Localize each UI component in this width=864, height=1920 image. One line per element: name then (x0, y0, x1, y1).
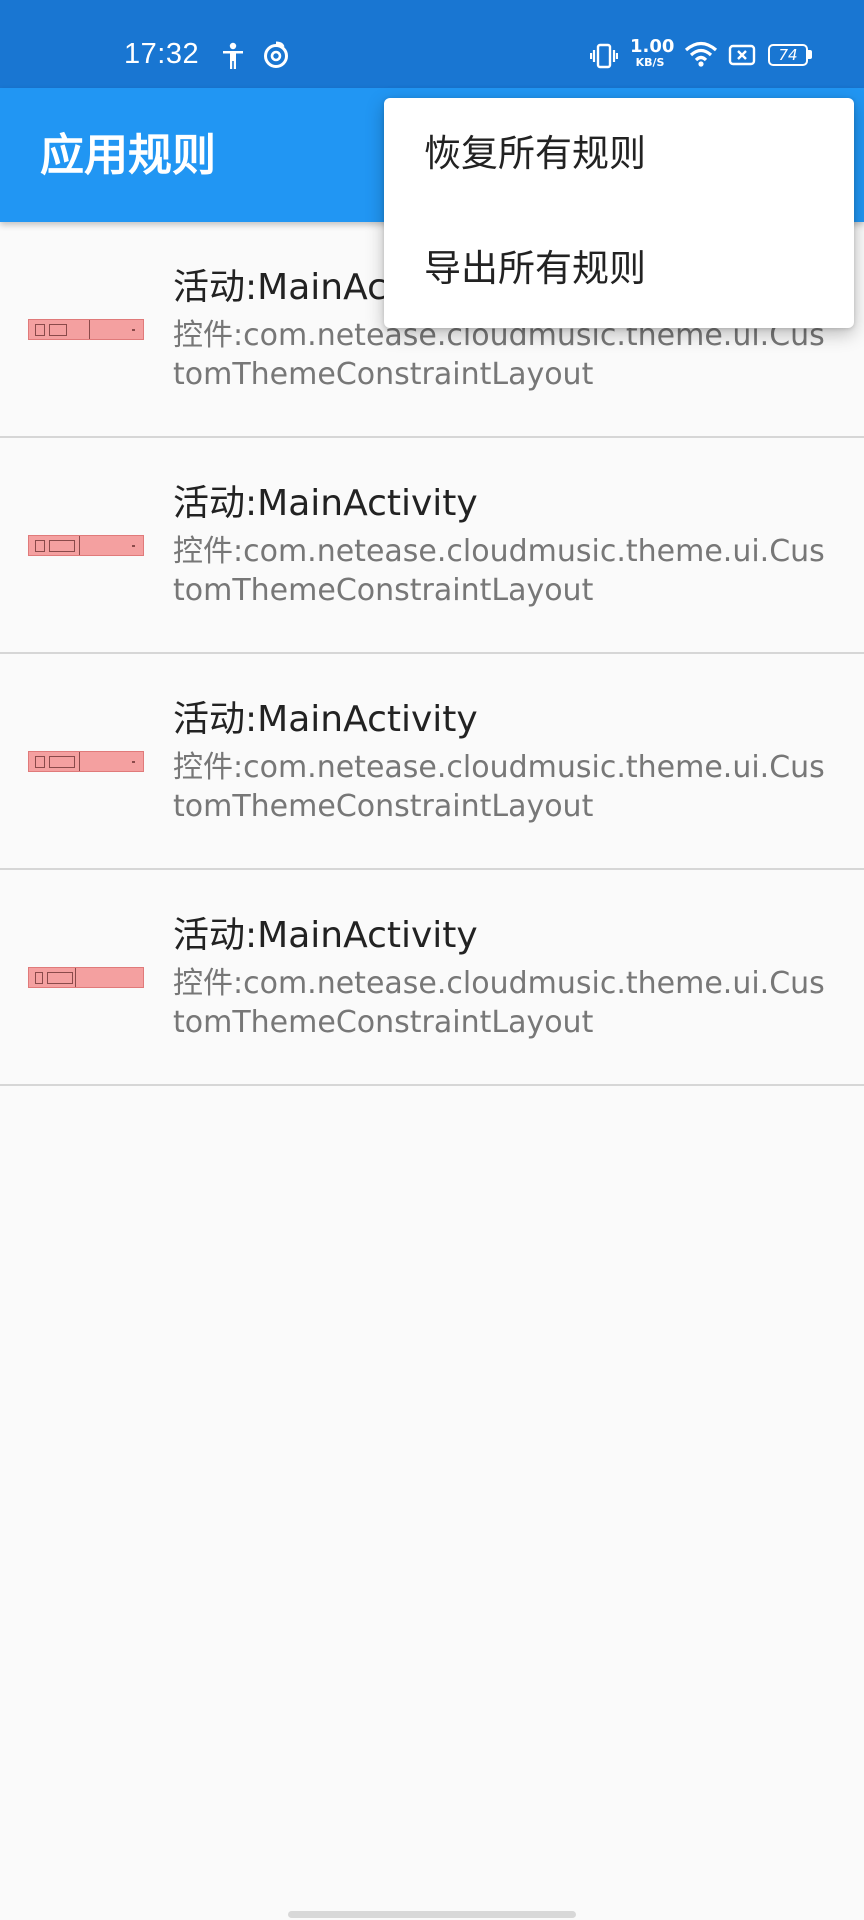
sim-icon (728, 44, 756, 66)
menu-item-restore-all-rules[interactable]: 恢复所有规则 (424, 129, 646, 179)
accessibility-icon (223, 42, 243, 69)
rule-activity: 活动:MainActivity (173, 915, 478, 956)
rule-thumbnail (28, 751, 144, 772)
rule-widget: 控件:com.netease.cloudmusic.theme.ui.Custo… (173, 534, 825, 608)
rule-activity: 活动:MainActivity (173, 699, 478, 740)
thumbnail-mark (35, 540, 45, 552)
list-item[interactable]: 活动:MainActivity 控件:com.netease.cloudmusi… (0, 654, 864, 870)
net-speed: 1.00 KB/S (630, 36, 675, 70)
menu-item-export-all-rules[interactable]: 导出所有规则 (424, 244, 646, 294)
thumbnail-mark (49, 756, 75, 768)
rules-list: 活动:MainActivity 控件:com.netease.cloudmusi… (0, 222, 864, 1086)
status-bar: 17:32 1.00 KB/S 74 (0, 0, 864, 88)
battery-icon: 74 (768, 44, 808, 66)
net-speed-unit: KB/S (635, 56, 665, 69)
list-item[interactable]: 活动:MainActivity 控件:com.netease.cloudmusi… (0, 438, 864, 654)
list-item[interactable]: 活动:MainActivity 控件:com.netease.cloudmusi… (0, 870, 864, 1086)
overflow-menu: 恢复所有规则 导出所有规则 (384, 98, 854, 328)
wifi-icon (684, 41, 718, 67)
status-time: 17:32 (124, 38, 200, 70)
rule-widget: 控件:com.netease.cloudmusic.theme.ui.Custo… (173, 966, 825, 1040)
rule-activity: 活动:MainActivity (173, 483, 478, 524)
thumbnail-dot (132, 329, 135, 331)
thumbnail-divider (75, 968, 76, 987)
thumbnail-mark (35, 324, 45, 336)
net-speed-value: 1.00 (630, 36, 675, 57)
thumbnail-divider (89, 320, 90, 339)
thumbnail-mark (49, 540, 75, 552)
thumbnail-mark (35, 972, 43, 984)
battery-level: 74 (778, 46, 798, 64)
thumbnail-mark (35, 756, 45, 768)
thumbnail-dot (132, 545, 135, 547)
rule-thumbnail (28, 319, 144, 340)
rule-thumbnail (28, 967, 144, 988)
thumbnail-mark (49, 324, 67, 336)
thumbnail-divider (79, 752, 80, 771)
thumbnail-mark (47, 972, 73, 984)
thumbnail-dot (132, 761, 135, 763)
battery-tip (808, 50, 812, 59)
netease-music-icon (264, 41, 288, 68)
rule-thumbnail (28, 535, 144, 556)
rule-widget: 控件:com.netease.cloudmusic.theme.ui.Custo… (173, 750, 825, 824)
vibrate-icon (590, 43, 618, 69)
home-indicator[interactable] (288, 1911, 576, 1918)
thumbnail-divider (79, 536, 80, 555)
page-title: 应用规则 (40, 130, 216, 181)
